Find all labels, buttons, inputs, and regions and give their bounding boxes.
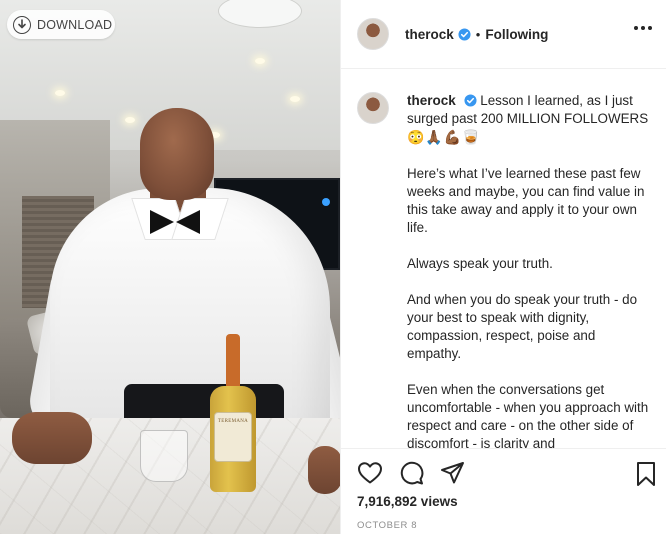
caption-paragraph-1: Here’s what I’ve learned these past few … [407, 166, 645, 235]
tv-logo [322, 198, 330, 206]
heart-icon[interactable] [357, 461, 383, 485]
ceiling-light [55, 90, 65, 96]
verified-badge-icon [463, 94, 477, 107]
person-head [140, 108, 214, 200]
download-arrow-icon [13, 15, 31, 34]
caption-emojis: 😳🙏🏾💪🏾🥃 [407, 129, 481, 145]
person-left-hand [12, 412, 92, 464]
caption-username[interactable]: therock [407, 93, 456, 108]
caption-text: therock Lesson I learned, as I just surg… [407, 92, 651, 448]
post-date[interactable]: OCTOBER 8 [357, 520, 417, 531]
bow-tie [150, 208, 200, 236]
paper-plane-icon[interactable] [440, 461, 465, 485]
bottle-neck [226, 334, 240, 392]
ceiling-light [125, 117, 135, 123]
post-header: therock • Following [341, 0, 666, 69]
post-actions: 7,916,892 views OCTOBER 8 [341, 448, 666, 534]
comment-bubble-icon[interactable] [399, 461, 424, 485]
following-button[interactable]: Following [485, 27, 548, 42]
header-username[interactable]: therock [405, 27, 454, 42]
bottle-label: TEREMANA [214, 412, 252, 462]
caption-avatar[interactable] [357, 92, 389, 124]
caption-paragraph-4: Even when the conversations get uncomfor… [407, 382, 649, 448]
avatar[interactable] [357, 18, 389, 50]
download-button[interactable]: DOWNLOAD [7, 10, 115, 39]
download-label: DOWNLOAD [37, 17, 113, 32]
ceiling-light [255, 58, 265, 64]
more-options-icon[interactable] [634, 26, 652, 30]
caption-paragraph-3: And when you do speak your truth - do yo… [407, 292, 638, 361]
bookmark-icon[interactable] [635, 461, 657, 487]
separator-dot: • [475, 26, 481, 42]
post-caption: therock Lesson I learned, as I just surg… [341, 70, 666, 448]
post-side-panel: therock • Following therock Lesson I lea… [340, 0, 666, 534]
caption-paragraph-2: Always speak your truth. [407, 256, 553, 271]
drinking-glass [140, 430, 188, 482]
post-video[interactable]: TEREMANA DOWNLOAD [0, 0, 340, 534]
views-count[interactable]: 7,916,892 views [357, 494, 458, 509]
ceiling-light [290, 96, 300, 102]
verified-badge-icon [458, 27, 471, 41]
person-right-hand [308, 446, 340, 494]
